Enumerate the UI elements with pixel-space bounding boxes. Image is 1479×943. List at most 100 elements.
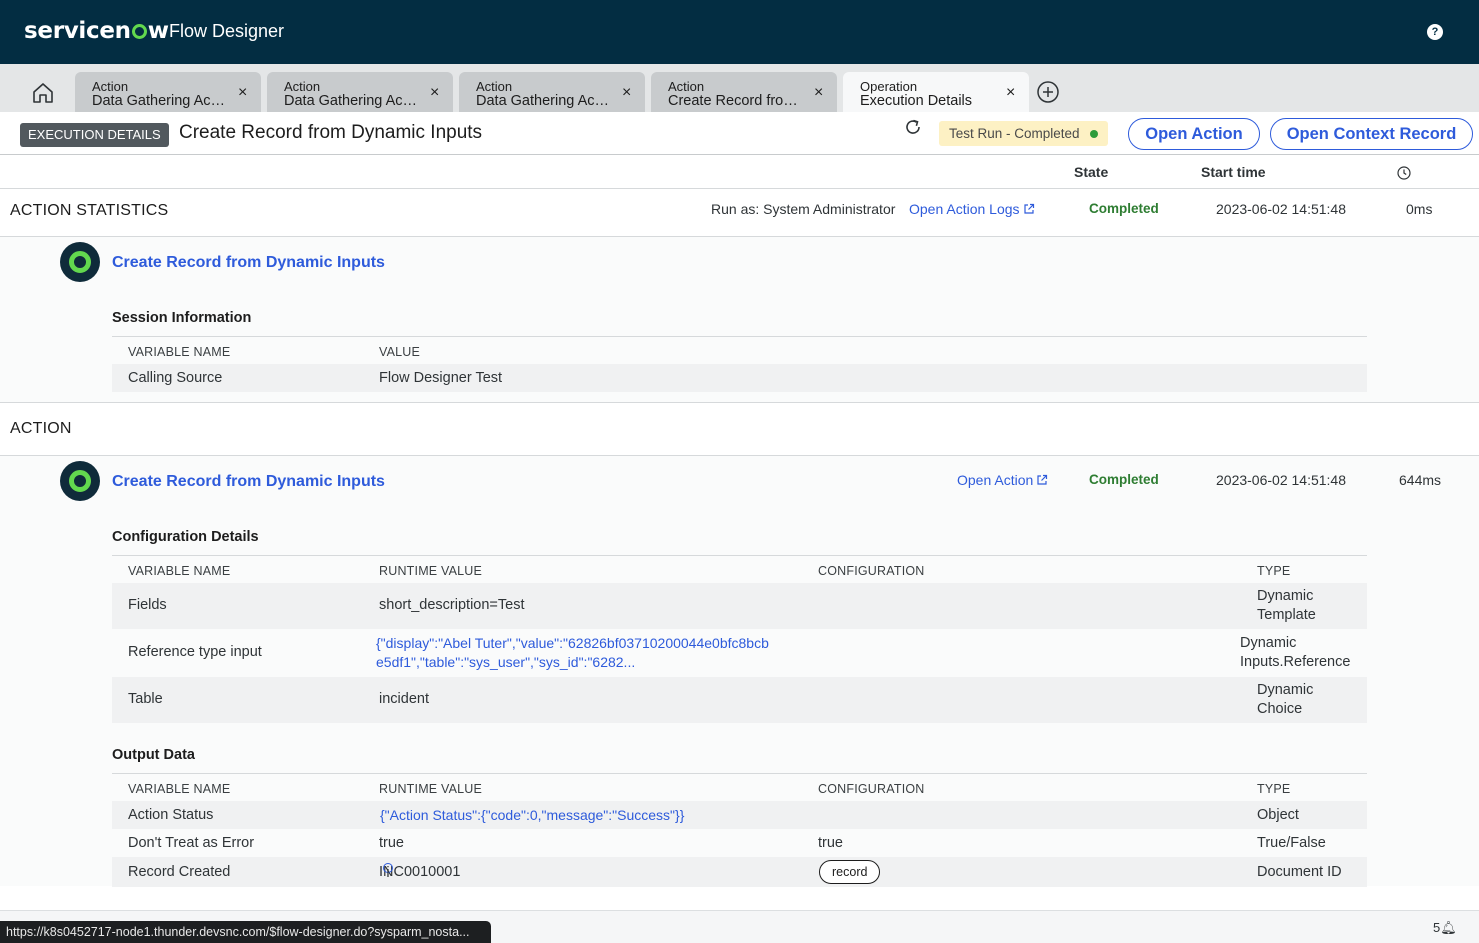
column-header: VARIABLE NAME [128,564,231,578]
column-header: VARIABLE NAME [128,782,231,796]
close-icon[interactable]: × [814,84,823,102]
variable-name: Fields [128,597,167,613]
tab-kind: Action [284,79,321,94]
runtime-value-link[interactable]: {"display":"Abel Tuter","value":"62826bf… [376,634,769,653]
tab-action-3[interactable]: Action Data Gathering Acti... × [459,72,645,112]
column-header: CONFIGURATION [818,782,925,796]
clock-icon [1397,166,1411,180]
table-header: VARIABLE NAME RUNTIME VALUE CONFIGURATIO… [112,555,1367,583]
column-header: VARIABLE NAME [128,345,231,359]
tab-title: Data Gathering Acti... [92,93,227,109]
tab-action-4[interactable]: Action Create Record from ... × [651,72,837,112]
stats-state: Completed [1089,201,1159,216]
column-header: VALUE [379,345,421,359]
divider [0,402,1479,403]
column-header: TYPE [1257,564,1291,578]
runtime-value-link[interactable]: {"Action Status":{"code":0,"message":"Su… [380,806,684,825]
open-action-button[interactable]: Open Action [1128,118,1260,150]
step-status-icon [60,242,100,282]
servicenow-logo[interactable]: servicen w [24,18,169,44]
bell-icon: 🔔︎ [1440,920,1457,935]
variable-name: Table [128,691,163,707]
step-status-icon [60,461,100,501]
action-state: Completed [1089,472,1159,487]
column-header: CONFIGURATION [818,564,925,578]
session-information-heading: Session Information [112,310,252,326]
notifications-indicator[interactable]: 5🔔︎ [1433,920,1457,936]
variable-name: Record Created [128,864,231,880]
close-icon[interactable]: × [622,84,631,102]
open-action-logs-link[interactable]: Open Action Logs [909,201,1035,217]
tab-kind: Action [668,79,705,94]
runtime-value-link[interactable]: e5df1","table":"sys_user","sys_id":"6282… [376,653,635,672]
start-time-column-header: Start time [1201,164,1266,180]
tab-kind: Action [476,79,513,94]
add-tab-icon[interactable] [1036,80,1060,104]
stats-duration: 0ms [1406,201,1433,217]
column-header: RUNTIME VALUE [379,782,483,796]
variable-name: Action Status [128,807,214,823]
close-icon[interactable]: × [1006,84,1015,102]
home-icon[interactable] [31,81,55,105]
external-link-icon [1037,474,1048,485]
table-row: Don't Treat as Error true true True/Fals… [112,829,1367,857]
type-value: Dynamic [1257,588,1314,604]
table-row: Record Created INC0010001 i record Docume… [112,857,1367,887]
type-value: Choice [1257,701,1303,717]
tab-action-2[interactable]: Action Data Gathering Acti... × [267,72,453,112]
column-header: RUNTIME VALUE [379,564,483,578]
tab-title: Data Gathering Acti... [284,93,419,109]
action-start-time: 2023-06-02 14:51:48 [1216,472,1346,488]
status-dot-icon [1089,130,1098,138]
close-icon[interactable]: × [238,84,247,102]
tab-kind: Operation [860,79,918,94]
info-icon[interactable]: i [383,863,393,881]
execution-header: EXECUTION DETAILS Create Record from Dyn… [0,112,1479,155]
top-bar: servicen w Flow Designer ? [0,0,1479,64]
refresh-icon[interactable] [903,117,923,137]
tab-title: Create Record from ... [668,93,803,109]
table-row: Reference type input {"display":"Abel Tu… [112,629,1367,677]
divider [0,188,1479,189]
stats-start-time: 2023-06-02 14:51:48 [1216,201,1346,217]
tab-strip: Action Data Gathering Acti... × Action D… [0,64,1479,112]
type-value: Inputs.Reference [1240,654,1351,670]
logo-o-icon [131,24,147,39]
variable-name: Calling Source [128,370,223,386]
tab-execution-details[interactable]: Operation Execution Details × [843,72,1029,112]
close-icon[interactable]: × [430,84,439,102]
open-context-record-button[interactable]: Open Context Record [1270,118,1473,150]
variable-name: Don't Treat as Error [128,835,255,851]
action-duration: 644ms [1399,472,1442,488]
runtime-value: short_description=Test [379,597,525,613]
table-row: Action Status {"Action Status":{"code":0… [112,801,1367,829]
output-data-heading: Output Data [112,747,195,763]
column-header: TYPE [1257,782,1291,796]
table-row: Fields short_description=Test Dynamic Te… [112,583,1367,629]
action-statistics-title: ACTION STATISTICS [10,202,169,219]
tab-kind: Action [92,79,129,94]
execution-details-badge: EXECUTION DETAILS [20,123,169,147]
open-action-link[interactable]: Open Action [957,472,1048,488]
app-name: Flow Designer [169,21,285,41]
variable-name: Reference type input [128,644,262,660]
help-icon[interactable]: ? [1427,24,1443,40]
runtime-value: incident [379,691,429,707]
table-row: Table incident Dynamic Choice [112,677,1367,723]
statistics-step-title[interactable]: Create Record from Dynamic Inputs [112,254,385,272]
configuration-details-heading: Configuration Details [112,529,259,545]
action-step-title[interactable]: Create Record from Dynamic Inputs [112,473,385,491]
variable-value: Flow Designer Test [379,370,503,386]
table-header: VARIABLE NAME VALUE [112,336,1367,364]
configuration-value: true [818,835,843,851]
status-url: https://k8s0452717-node1.thunder.devsnc.… [0,921,491,943]
test-run-status: Test Run - Completed [939,121,1108,146]
state-column-header: State [1074,164,1109,180]
tab-action-1[interactable]: Action Data Gathering Acti... × [75,72,261,112]
table-header: VARIABLE NAME RUNTIME VALUE CONFIGURATIO… [112,773,1367,801]
runtime-value: true [379,835,404,851]
type-value: True/False [1257,835,1326,851]
run-as-text: Run as: System Administrator [711,201,896,217]
table-row: Calling Source Flow Designer Test [112,364,1367,392]
tab-title: Execution Details [860,93,973,109]
